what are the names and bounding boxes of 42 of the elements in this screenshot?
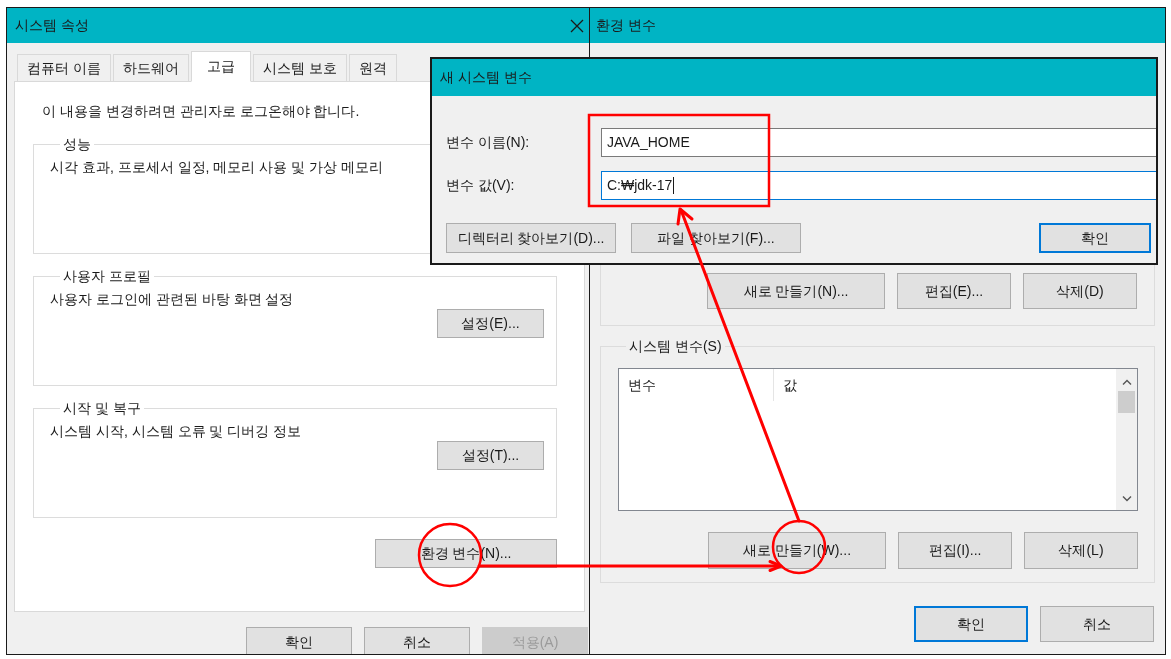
column-header[interactable]: 값	[774, 369, 1116, 401]
close-icon[interactable]	[570, 18, 584, 33]
field-label: 변수 이름(N):	[446, 133, 531, 152]
edit-button[interactable]: 편집(I)...	[898, 532, 1012, 569]
group-description: 시스템 시작, 시스템 오류 및 디버깅 정보	[50, 422, 303, 441]
tab[interactable]: 원격	[348, 54, 397, 81]
group-title: 성능	[62, 136, 92, 152]
ok-button[interactable]: 확인	[246, 627, 352, 654]
browse-directory-button[interactable]: 디렉터리 찾아보기(D)...	[446, 223, 616, 253]
scrollbar-thumb[interactable]	[1118, 391, 1135, 413]
settings-button[interactable]: 설정(E)...	[437, 309, 544, 338]
text-cursor-icon	[673, 177, 675, 194]
text-field[interactable]: C:₩jdk-17	[601, 171, 1156, 200]
text-field[interactable]: JAVA_HOME	[601, 128, 1156, 157]
tab[interactable]: 하드웨어	[112, 54, 189, 81]
tab[interactable]: 시스템 보호	[252, 54, 347, 81]
delete-button[interactable]: 삭제(D)	[1023, 273, 1137, 309]
chevron-down-icon[interactable]	[1121, 496, 1132, 502]
group-title: 시스템 변수(S)	[628, 338, 723, 354]
window-title: 새 시스템 변수	[440, 68, 532, 87]
delete-button[interactable]: 삭제(L)	[1024, 532, 1138, 569]
cancel-button[interactable]: 취소	[364, 627, 470, 654]
group-description: 사용자 로그인에 관련된 바탕 화면 설정	[50, 290, 295, 309]
ok-button[interactable]: 확인	[1039, 223, 1151, 253]
window-title: 환경 변수	[596, 16, 656, 35]
tab[interactable]: 컴퓨터 이름	[17, 54, 111, 81]
group-description: 시각 효과, 프로세서 일정, 메모리 사용 및 가상 메모리	[50, 158, 384, 177]
group-title: 사용자 프로필	[62, 268, 152, 284]
new-button[interactable]: 새로 만들기(N)...	[707, 273, 885, 309]
settings-button[interactable]: 설정(T)...	[437, 441, 544, 470]
field-label: 변수 값(V):	[446, 176, 516, 195]
edit-button[interactable]: 편집(E)...	[897, 273, 1011, 309]
tab[interactable]: 고급	[190, 51, 251, 82]
scrollbar[interactable]	[1116, 369, 1137, 510]
cancel-button[interactable]: 취소	[1040, 606, 1154, 642]
window-title: 시스템 속성	[15, 16, 89, 35]
group-title: 시작 및 복구	[62, 400, 142, 416]
column-header[interactable]: 변수	[619, 369, 774, 401]
ok-button[interactable]: 확인	[914, 606, 1028, 642]
variable-list[interactable]: 변수 값	[618, 368, 1138, 511]
chevron-up-icon[interactable]	[1121, 379, 1132, 385]
notice-text: 이 내용을 변경하려면 관리자로 로그온해야 합니다.	[42, 102, 361, 121]
